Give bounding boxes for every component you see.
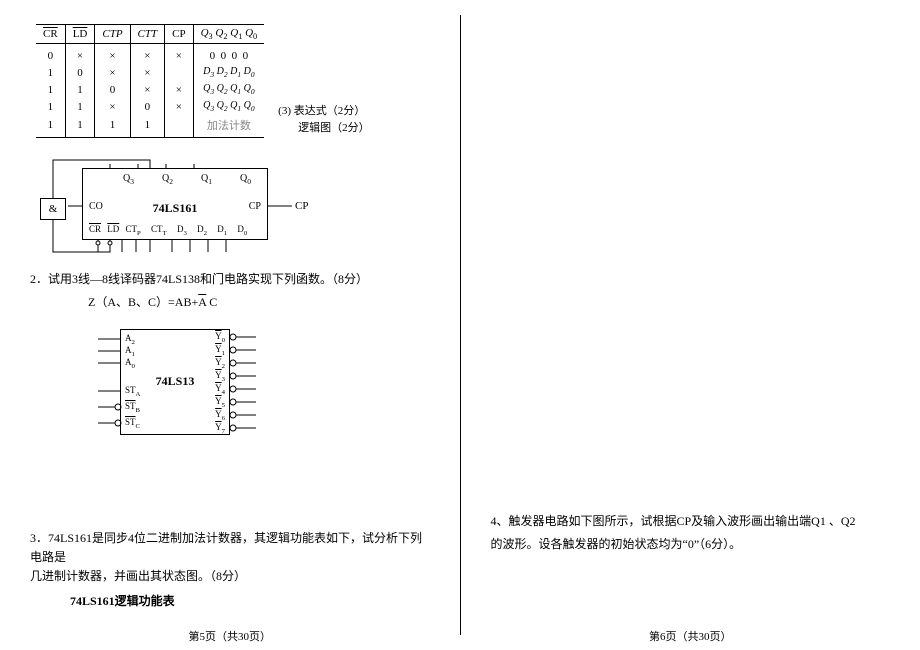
page-spread: CR LD CTP CTT CP Q3 Q2 Q1 Q0 0 × × [0,0,920,650]
circuit-74ls138: 74LS13 A2 A1 A0 STA STB STC Y0 Y1 Y2 Y3 … [80,329,310,439]
th-ctt: CTT [130,25,165,44]
th-ctp: CTP [95,25,130,44]
note-line1: (3) 表达式（2分） [278,103,370,120]
pin-y3: Y3 [215,371,225,384]
page-right: 4、触发器电路如下图所示，试根据CP及输入波形画出输出端Q1 、Q2 的波形。设… [461,0,920,650]
pin-y5: Y5 [215,397,225,410]
problem-2-text: 2．试用3线—8线译码器74LS138和门电路实现下列函数。（8分） [30,270,430,289]
table-row: 1 1 × 0 × Q3 Q2 Q1 Q0 [36,98,264,115]
chip-name: 74LS161 [83,201,267,216]
pin-stb: STB [125,402,140,415]
pin-a0: A0 [125,358,135,371]
page-footer-5: 第5页（共30页） [0,628,460,644]
pin-y6: Y6 [215,410,225,423]
table-row: 1 0 × × D3 D2 D1 D0 [36,64,264,81]
th-q: Q3 Q2 Q1 Q0 [193,25,264,44]
chip-74ls161: CO CP 74LS161 Q3Q2Q1Q0 CR LD CTP CTT D3 … [82,168,268,240]
note-line2: 逻辑图（2分） [278,120,370,137]
prob3-title: 74LS161逻辑功能表 [70,592,430,609]
th-cr: CR [36,25,65,44]
th-ld: LD [65,25,95,44]
table-row: 1 1 0 × × Q3 Q2 Q1 Q0 [36,81,264,98]
table-section: CR LD CTP CTT CP Q3 Q2 Q1 Q0 0 × × [30,20,430,138]
q-labels: Q3Q2Q1Q0 [123,173,279,186]
pin-y4: Y4 [215,384,225,397]
table-row: 1 1 1 1 加法计数 [36,115,264,138]
chip-74ls138: 74LS13 A2 A1 A0 STA STB STC Y0 Y1 Y2 Y3 … [120,329,230,435]
and-gate: & [40,198,66,220]
table-row: 0 × × × × 0 0 0 0 [36,44,264,65]
th-cp: CP [165,25,193,44]
pin-y0: Y0 [215,332,225,345]
pin-stc: STC [125,418,140,431]
page-left: CR LD CTP CTT CP Q3 Q2 Q1 Q0 0 × × [0,0,460,650]
circuit-74ls161: & CO CP 74LS161 Q3Q2Q1Q0 CR LD CTP CTT D… [40,156,320,266]
truth-table: CR LD CTP CTT CP Q3 Q2 Q1 Q0 0 × × [36,24,264,138]
problem-3-text: 3．74LS161是同步4位二进制加法计数器，其逻辑功能表如下，试分析下列电路是… [30,529,430,587]
pin-sta: STA [125,386,140,399]
problem-2-func: Z（A、B、C）=AB+A C [30,293,430,312]
cp-external-label: CP [295,200,308,212]
bottom-labels: CR LD CTP CTT D3 D2 D1 D0 [89,224,255,237]
pin-y7: Y7 [215,423,225,436]
problem-4-text: 4、触发器电路如下图所示，试根据CP及输入波形画出输出端Q1 、Q2 的波形。设… [491,510,891,556]
pin-y1: Y1 [215,345,225,358]
side-note: (3) 表达式（2分） 逻辑图（2分） [278,103,370,136]
page-footer-6: 第6页（共30页） [461,628,920,644]
pin-y2: Y2 [215,358,225,371]
